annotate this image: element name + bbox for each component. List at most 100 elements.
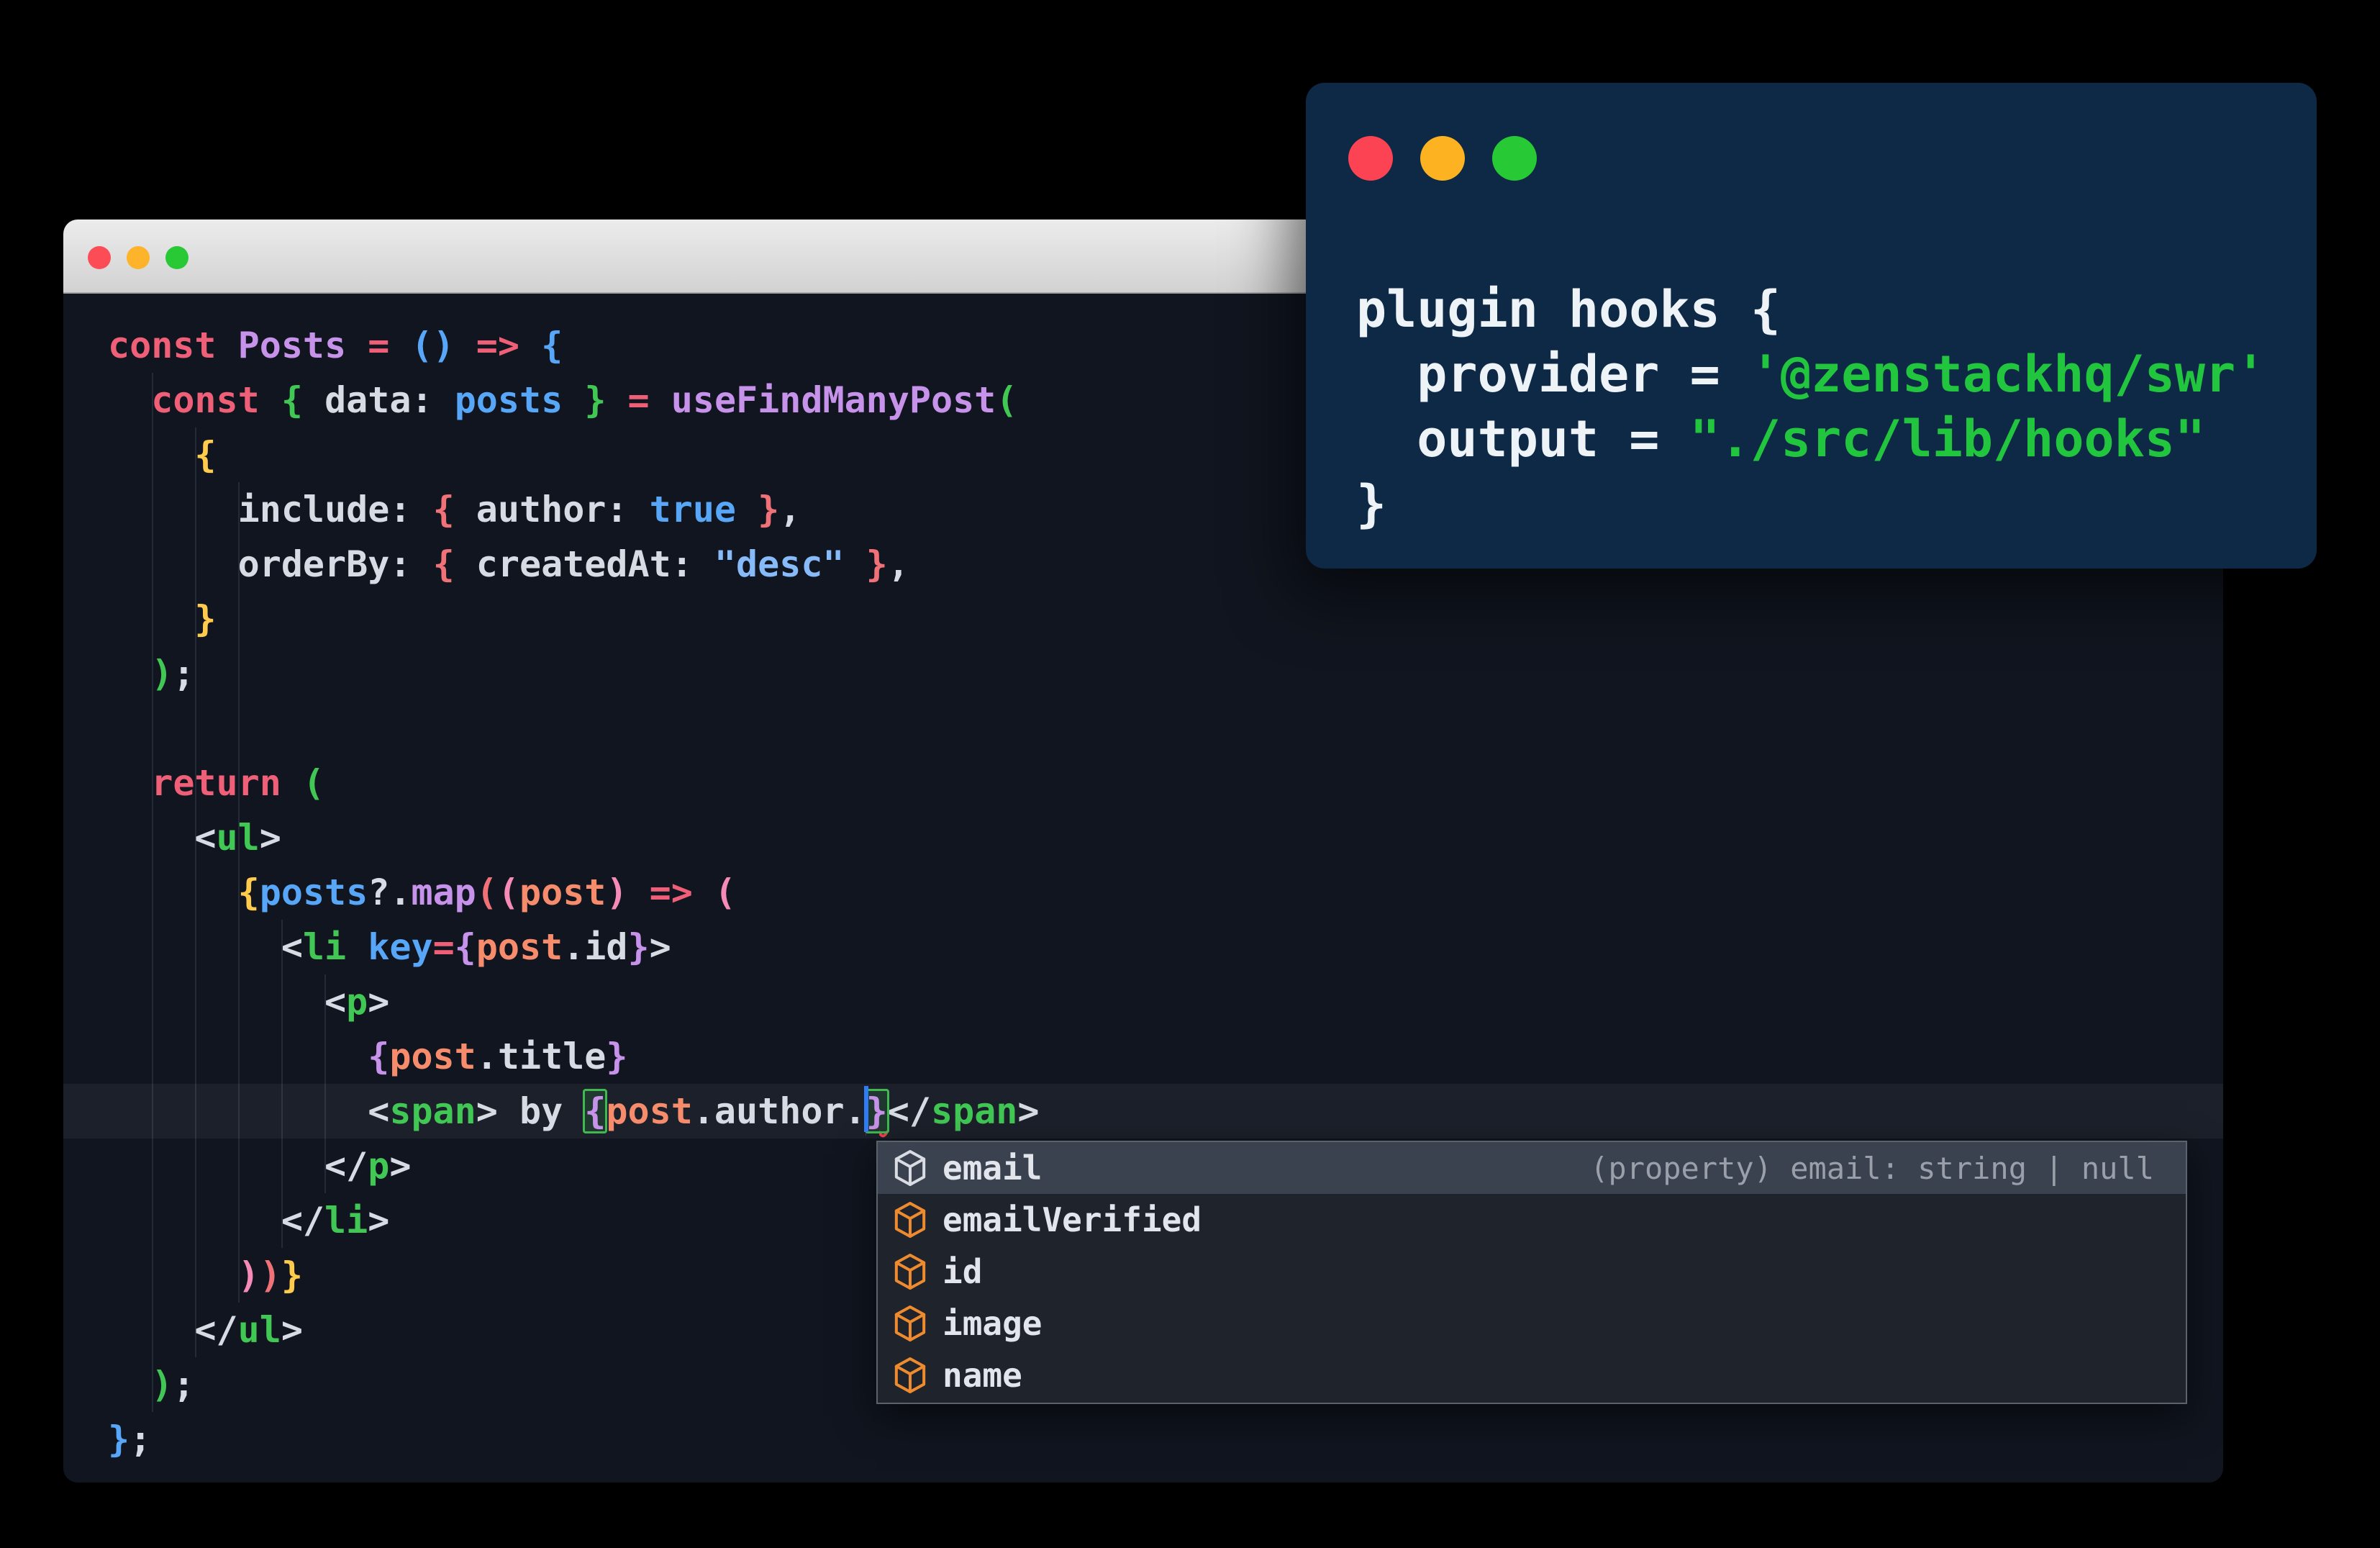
code-token: , xyxy=(779,489,801,530)
code-token: { xyxy=(541,325,563,366)
code-token: } xyxy=(606,1036,628,1077)
code-token: ; xyxy=(130,1418,152,1460)
code-token: ) xyxy=(259,1254,281,1296)
symbol-field-icon xyxy=(894,1305,927,1341)
code-token: .title xyxy=(476,1036,607,1077)
code-token: </ xyxy=(887,1090,931,1132)
minimize-button[interactable] xyxy=(1420,136,1465,181)
completion-item-emailVerified[interactable]: emailVerified xyxy=(878,1194,2186,1246)
code-token: { xyxy=(237,872,260,913)
completion-label: email xyxy=(943,1149,1043,1187)
code-token: = xyxy=(627,379,671,421)
code-token: { xyxy=(432,489,476,530)
code-token: plugin hooks { xyxy=(1356,280,1781,339)
code-token: ?. xyxy=(368,872,412,913)
zoom-button[interactable] xyxy=(1492,136,1537,181)
zmodel-snippet-window: plugin hooks { provider = '@zenstackhq/s… xyxy=(1306,83,2317,569)
code-token: => xyxy=(476,325,542,366)
code-token: => xyxy=(649,872,714,913)
code-token: { xyxy=(194,434,217,476)
code-token: { xyxy=(454,926,476,968)
code-token: ( xyxy=(476,872,498,913)
code-token: li xyxy=(324,1200,368,1241)
matched-bracket: { xyxy=(583,1089,608,1133)
code-token: > xyxy=(368,981,390,1023)
code-token: </ xyxy=(324,1145,368,1187)
code-token: } xyxy=(194,598,217,640)
code-token: const xyxy=(108,325,238,366)
completion-item-email[interactable]: email (property) email: string | null xyxy=(878,1142,2186,1194)
code-token: include: xyxy=(237,489,433,530)
code-token: provider = xyxy=(1356,345,1750,404)
completion-item-name[interactable]: name xyxy=(878,1349,2186,1401)
code-line: plugin hooks { xyxy=(1356,277,2288,342)
completion-label: id xyxy=(943,1252,983,1291)
code-token: .author. xyxy=(692,1090,866,1132)
code-token: post xyxy=(476,926,563,968)
code-token: "desc" xyxy=(714,543,866,585)
code-token: = xyxy=(432,926,455,968)
code-token: < xyxy=(324,981,347,1023)
code-token: ) xyxy=(606,872,650,913)
code-token: p xyxy=(346,981,368,1023)
code-line: provider = '@zenstackhq/swr' xyxy=(1356,342,2288,407)
code-token: ( xyxy=(714,872,737,913)
code-token: < xyxy=(281,926,303,968)
code-token: output = xyxy=(1356,409,1690,469)
code-token: > xyxy=(368,1200,390,1241)
code-token: } xyxy=(281,1254,303,1296)
code-line: } xyxy=(63,592,2223,646)
zoom-button[interactable] xyxy=(165,246,189,269)
symbol-field-icon xyxy=(894,1150,927,1186)
code-token: > xyxy=(1017,1090,1040,1132)
code-line: ); xyxy=(63,646,2223,701)
code-token: useFindManyPost xyxy=(671,379,996,421)
code-token: true xyxy=(649,489,758,530)
code-token: > xyxy=(649,926,671,968)
code-token: ) xyxy=(151,653,173,694)
completion-label: name xyxy=(943,1356,1022,1395)
code-token: '@zenstackhq/swr' xyxy=(1750,345,2266,404)
code-token: } xyxy=(584,379,628,421)
code-token: author: xyxy=(476,489,650,530)
code-token: } xyxy=(108,1418,130,1460)
completion-label: emailVerified xyxy=(943,1200,1202,1239)
code-token: > xyxy=(259,817,281,859)
close-button[interactable] xyxy=(88,246,111,269)
symbol-field-icon xyxy=(894,1202,927,1238)
code-token: p xyxy=(368,1145,390,1187)
code-line: <li key={post.id}> xyxy=(63,920,2223,974)
code-token: } xyxy=(627,926,650,968)
minimize-button[interactable] xyxy=(127,246,150,269)
code-token: ul xyxy=(237,1309,281,1351)
completion-item-id[interactable]: id xyxy=(878,1246,2186,1298)
code-token: { xyxy=(432,543,476,585)
code-token: ; xyxy=(173,653,195,694)
completion-label: image xyxy=(943,1304,1043,1343)
code-token: </ xyxy=(281,1200,325,1241)
code-token: } xyxy=(866,543,888,585)
code-token: ) xyxy=(151,1364,173,1406)
code-token: ; xyxy=(173,1364,195,1406)
code-token: </ xyxy=(194,1309,238,1351)
code-token: < xyxy=(194,817,217,859)
code-token: } xyxy=(758,489,780,530)
code-token: ( xyxy=(302,762,325,804)
code-token: li xyxy=(302,926,368,968)
completion-item-image[interactable]: image xyxy=(878,1298,2186,1349)
completion-detail: (property) email: string | null xyxy=(1590,1150,2154,1186)
close-button[interactable] xyxy=(1348,136,1393,181)
